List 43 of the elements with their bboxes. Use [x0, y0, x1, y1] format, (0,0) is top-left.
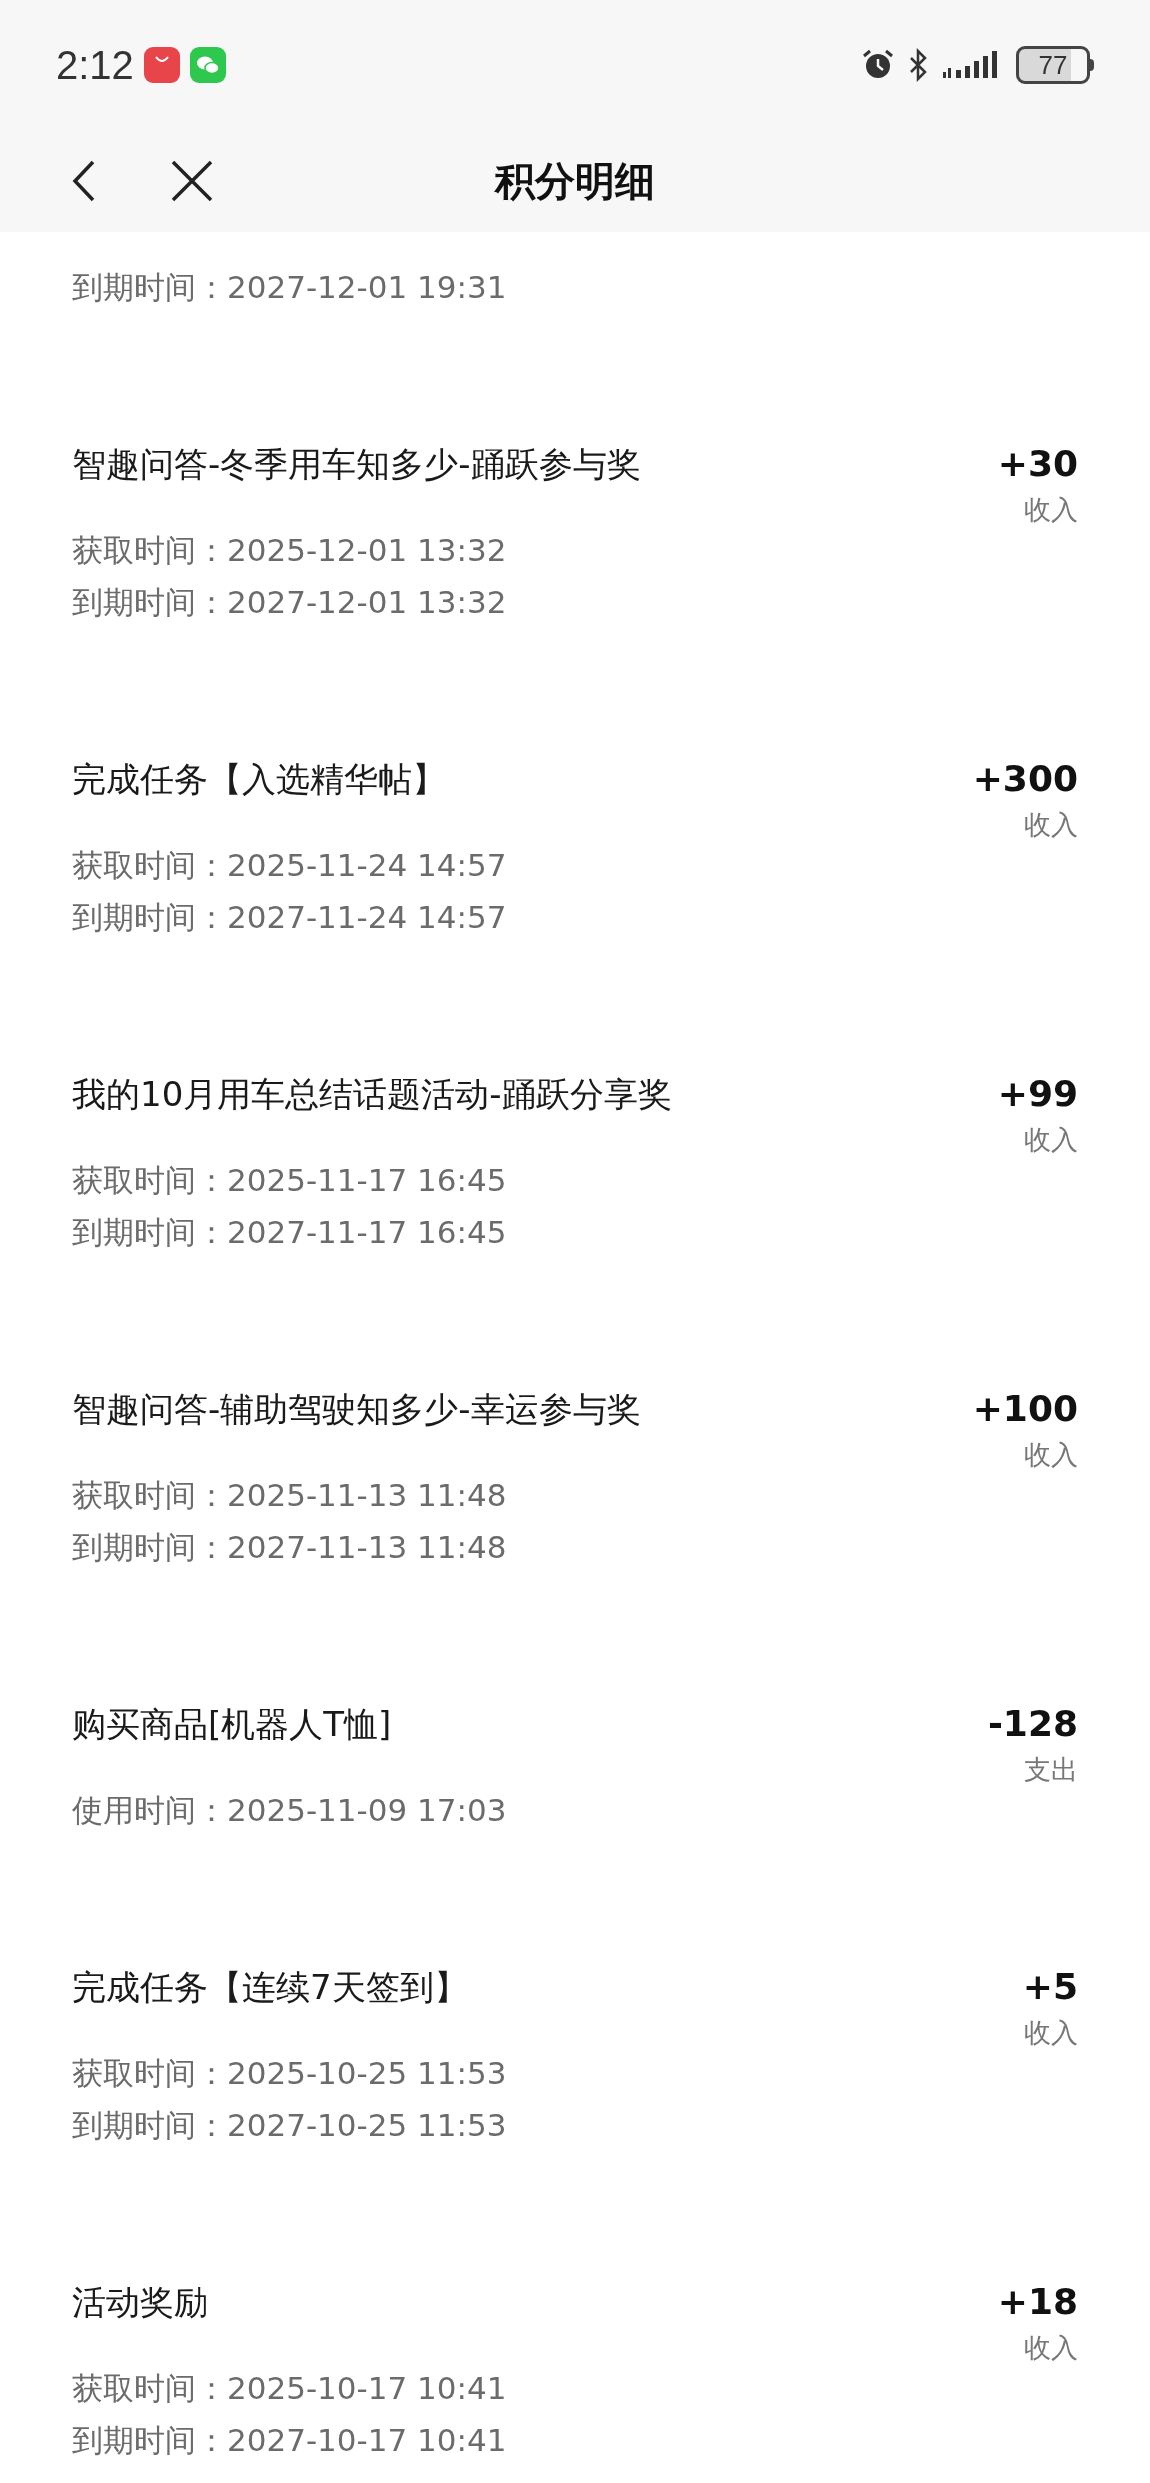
chat-app-icon	[189, 47, 226, 83]
record-time: 获取时间：2025-12-01 13:32	[72, 531, 508, 570]
record-time: 获取时间：2025-10-25 11:53	[72, 2054, 507, 2093]
record-title: 智趣问答-辅助驾驶知多少-幸运参与奖	[72, 1388, 641, 1431]
transaction-type: 收入	[1024, 1123, 1078, 1157]
points-amount: +300	[972, 757, 1078, 801]
transaction-type: 收入	[1024, 2016, 1078, 2050]
record-time: 获取时间：2025-11-13 11:48	[72, 1476, 508, 1515]
points-amount: +99	[997, 1072, 1078, 1116]
page-title: 积分明细	[495, 157, 655, 206]
record-time: 到期时间：2027-10-25 11:53	[72, 2106, 507, 2145]
record-title: 完成任务【入选精华帖】	[72, 758, 447, 801]
record-time: 到期时间：2027-11-13 11:48	[72, 1528, 508, 1567]
record-time: 使用时间：2025-11-09 17:03	[72, 1791, 507, 1830]
record-time: 到期时间：2027-10-17 10:41	[72, 2421, 507, 2460]
points-amount: +18	[997, 2280, 1078, 2324]
record-title: 我的10月用车总结话题活动-踊跃分享奖	[72, 1073, 672, 1116]
record-time: 到期时间：2027-11-17 16:45	[72, 1213, 508, 1252]
points-amount: +30	[997, 442, 1078, 486]
points-amount: +5	[1022, 1965, 1078, 2009]
transaction-type: 收入	[1024, 1438, 1078, 1472]
points-amount: +100	[972, 1387, 1078, 1431]
transaction-type: 收入	[1024, 493, 1078, 527]
record-time: 到期时间：2027-12-01 13:32	[72, 583, 508, 622]
back-icon[interactable]	[72, 159, 96, 203]
battery-level: 77	[1038, 52, 1068, 78]
record-time: 获取时间：2025-11-24 14:57	[72, 846, 507, 885]
record-time: 获取时间：2025-10-17 10:41	[72, 2369, 507, 2408]
points-amount: -128	[987, 1702, 1078, 1746]
app-store-icon	[143, 47, 180, 83]
close-icon[interactable]	[170, 159, 214, 203]
transaction-type: 收入	[1024, 2331, 1078, 2365]
record-title: 智趣问答-冬季用车知多少-踊跃参与奖	[72, 443, 641, 486]
transaction-type: 收入	[1024, 808, 1078, 842]
record-title: 完成任务【连续7天签到】	[72, 1966, 469, 2009]
record-time: 获取时间：2025-11-17 16:45	[72, 1161, 508, 1200]
record-time: 到期时间：2027-11-24 14:57	[72, 898, 507, 937]
bluetooth-icon	[908, 48, 928, 82]
record-title: 活动奖励	[72, 2281, 209, 2324]
record-title: 购买商品[机器人T恤]	[72, 1703, 393, 1746]
clock-time: 2:12	[56, 42, 134, 89]
record-time: 到期时间：2027-12-01 19:31	[72, 268, 508, 307]
transaction-type: 支出	[1024, 1753, 1078, 1787]
